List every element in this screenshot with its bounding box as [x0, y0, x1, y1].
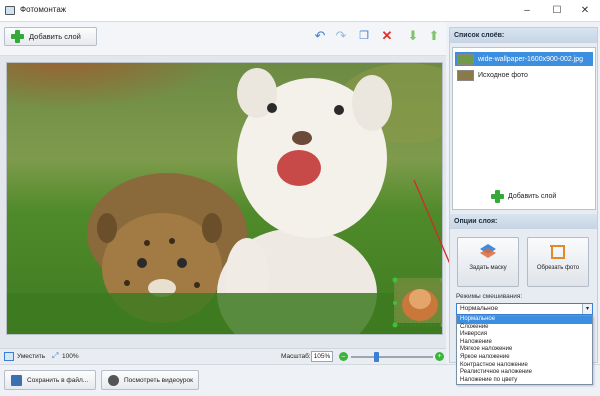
actual-size-icon: ⤢	[52, 351, 59, 360]
layer-options-title: Опции слоя:	[450, 214, 597, 229]
chevron-down-icon: ▾	[582, 304, 592, 314]
set-mask-button[interactable]: Задать маску	[457, 237, 519, 287]
blend-option[interactable]: Наложение по цвету	[457, 377, 592, 385]
video-icon	[108, 374, 119, 386]
layer-thumbnail	[457, 53, 474, 65]
zoom-100-button[interactable]: 100%	[62, 353, 79, 360]
blend-mode-label: Режимы смешивания:	[456, 293, 523, 300]
layers-list: wide-wallpaper-1600x900-002.jpg Исходное…	[452, 47, 596, 210]
blend-option[interactable]: Мягкое наложение	[457, 346, 592, 354]
layer-item-label: Исходное фото	[478, 71, 528, 79]
scale-input[interactable]: 105%	[311, 351, 333, 362]
blend-option[interactable]: Контрастное наложение	[457, 362, 592, 370]
crop-photo-button[interactable]: Обрезать фото	[527, 237, 589, 287]
save-to-file-label: Сохранить в файл...	[27, 376, 89, 384]
blend-mode-select[interactable]: Нормальное ▾	[456, 303, 593, 315]
blend-mode-value: Нормальное	[460, 305, 499, 312]
zoom-slider-thumb[interactable]	[373, 352, 379, 362]
blend-option[interactable]: Инверсия	[457, 331, 592, 339]
save-to-file-button[interactable]: Сохранить в файл...	[4, 370, 96, 390]
plus-icon	[491, 190, 504, 203]
set-mask-label: Задать маску	[469, 265, 507, 271]
layer-thumbnail	[457, 69, 474, 81]
layer-item-label: wide-wallpaper-1600x900-002.jpg	[478, 55, 584, 63]
zoom-in-icon[interactable]: +	[435, 352, 444, 361]
zoom-out-icon[interactable]: –	[339, 352, 348, 361]
blend-option[interactable]: Сложение	[457, 324, 592, 332]
layer-item-original[interactable]: Исходное фото	[455, 68, 593, 82]
layers-stack-icon	[478, 242, 498, 262]
crop-icon	[548, 242, 568, 262]
watch-video-label: Посмотреть видеоурок	[124, 376, 193, 384]
crop-photo-label: Обрезать фото	[536, 265, 580, 271]
save-icon	[11, 374, 22, 386]
add-layer-panel-button[interactable]: Добавить слой	[491, 190, 556, 203]
scale-label: Масштаб:	[281, 353, 311, 360]
add-layer-panel-label: Добавить слой	[508, 193, 557, 200]
watch-video-button[interactable]: Посмотреть видеоурок	[101, 370, 199, 390]
layers-title: Список слоёв:	[450, 28, 597, 43]
blend-mode-dropdown: Нормальное Сложение Инверсия Наложение М…	[456, 315, 593, 385]
zoom-slider-track[interactable]	[351, 356, 433, 358]
status-bar: Уместить ⤢ 100% Масштаб: 105% – +	[0, 348, 446, 364]
blend-option[interactable]: Яркое наложение	[457, 354, 592, 362]
blend-option[interactable]: Реалистичное наложение	[457, 369, 592, 377]
blend-option[interactable]: Нормальное	[457, 316, 592, 324]
fit-button[interactable]: Уместить	[17, 353, 45, 360]
layer-item-wallpaper[interactable]: wide-wallpaper-1600x900-002.jpg	[455, 52, 593, 66]
fit-icon	[4, 352, 14, 361]
blend-option[interactable]: Наложение	[457, 339, 592, 347]
